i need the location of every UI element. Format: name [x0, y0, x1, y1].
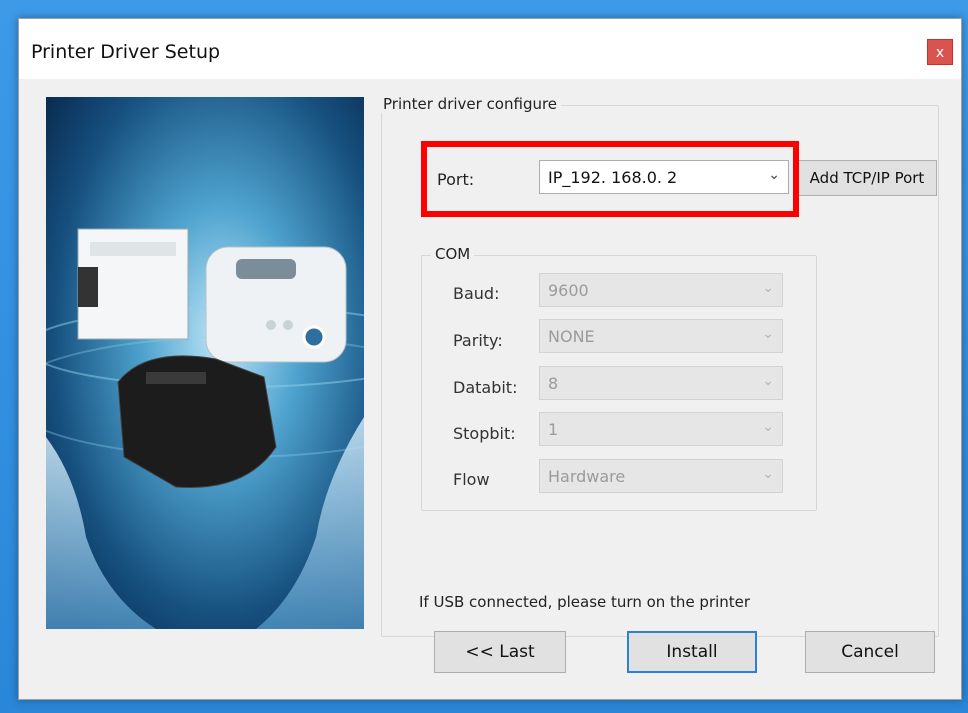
printer-driver-setup-window: Printer Driver Setup x Printer driver co… — [18, 18, 962, 700]
databit-dropdown[interactable]: 8 ⌄ — [539, 366, 783, 400]
window-title: Printer Driver Setup — [31, 41, 221, 63]
portable-printer-graphic — [205, 246, 347, 363]
usb-notice: If USB connected, please turn on the pri… — [419, 593, 751, 611]
install-button[interactable]: Install — [627, 631, 757, 673]
databit-value: 8 — [548, 374, 559, 393]
chevron-down-icon: ⌄ — [762, 373, 774, 389]
install-button-label: Install — [666, 642, 718, 662]
com-group-legend: COM — [431, 245, 475, 263]
stopbit-value: 1 — [548, 420, 559, 439]
chevron-down-icon: ⌄ — [762, 466, 774, 482]
printer-illustration — [46, 97, 364, 629]
parity-dropdown[interactable]: NONE ⌄ — [539, 319, 783, 353]
chevron-down-icon: ⌄ — [762, 419, 774, 435]
close-button[interactable]: x — [927, 39, 953, 65]
last-button[interactable]: << Last — [434, 631, 566, 673]
flow-label: Flow — [453, 470, 490, 489]
port-highlight-box — [421, 141, 799, 217]
baud-dropdown[interactable]: 9600 ⌄ — [539, 273, 783, 307]
baud-label: Baud: — [453, 284, 500, 303]
close-icon: x — [935, 45, 945, 61]
config-group-legend: Printer driver configure — [379, 95, 562, 113]
kiosk-printer-graphic — [77, 228, 189, 340]
add-tcpip-port-label: Add TCP/IP Port — [809, 169, 925, 187]
baud-value: 9600 — [548, 281, 589, 300]
databit-label: Databit: — [453, 378, 518, 397]
stopbit-label: Stopbit: — [453, 424, 516, 443]
add-tcpip-port-button[interactable]: Add TCP/IP Port — [797, 160, 937, 196]
chevron-down-icon: ⌄ — [762, 326, 774, 342]
chevron-down-icon: ⌄ — [762, 280, 774, 296]
last-button-label: << Last — [465, 642, 535, 662]
stopbit-dropdown[interactable]: 1 ⌄ — [539, 412, 783, 446]
parity-label: Parity: — [453, 331, 503, 350]
parity-value: NONE — [548, 327, 595, 346]
cancel-button[interactable]: Cancel — [805, 631, 935, 673]
flow-dropdown[interactable]: Hardware ⌄ — [539, 459, 783, 493]
receipt-printer-graphic — [117, 355, 277, 488]
title-bar[interactable]: Printer Driver Setup x — [19, 19, 961, 79]
flow-value: Hardware — [548, 467, 626, 486]
cancel-button-label: Cancel — [841, 642, 899, 662]
